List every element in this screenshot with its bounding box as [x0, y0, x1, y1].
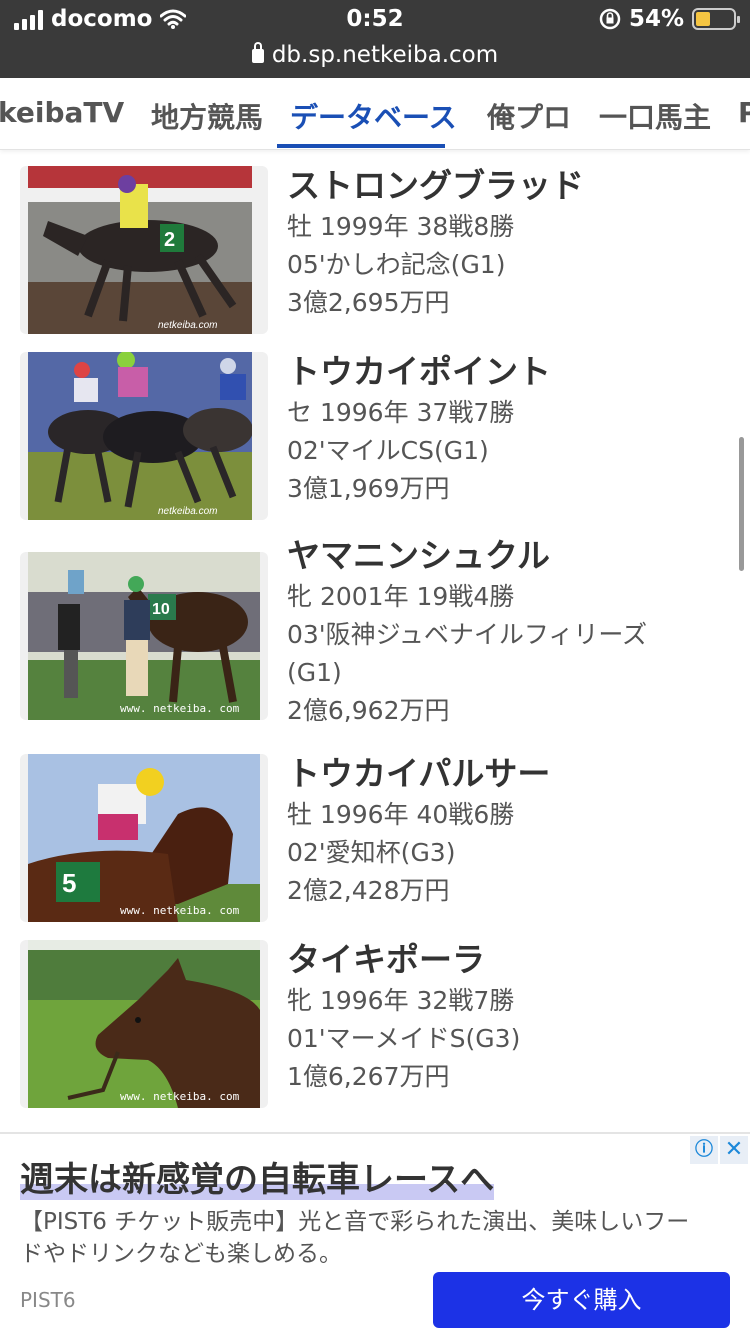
- horse-profile: 牡 1996年 40戦6勝: [287, 800, 515, 829]
- svg-text:5: 5: [62, 868, 76, 898]
- tab-database[interactable]: データベース: [290, 96, 457, 136]
- watermark: www. netkeiba. com: [120, 1090, 240, 1103]
- battery-percent: 54%: [628, 6, 684, 32]
- category-tabs: keibaTV 地方競馬 データベース 俺プロ 一口馬主 P: [0, 78, 750, 150]
- tab-hitokuchi[interactable]: 一口馬主: [599, 96, 711, 136]
- horse-name[interactable]: タイキポーラ: [287, 940, 520, 980]
- horse-earnings: 1億6,267万円: [287, 1062, 450, 1091]
- battery-icon: [692, 8, 740, 30]
- horse-main-race: 05'かしわ記念(G1): [287, 250, 506, 279]
- horse-photo[interactable]: 10 www. netkeiba. com: [20, 552, 268, 720]
- active-tab-indicator: [277, 144, 445, 148]
- watermark: netkeiba.com: [158, 320, 217, 331]
- horse-photo[interactable]: 2 netkeiba.com: [20, 166, 268, 334]
- svg-text:10: 10: [152, 601, 170, 618]
- horse-earnings: 2億6,962万円: [287, 696, 450, 725]
- ad-info-icon[interactable]: ⓘ: [690, 1136, 718, 1164]
- horse-earnings: 3億2,695万円: [287, 288, 450, 317]
- horse-name[interactable]: ヤマニンシュクル: [287, 536, 647, 576]
- tab-keibatv[interactable]: keibaTV: [0, 96, 124, 129]
- ad-close-icon[interactable]: ✕: [720, 1136, 748, 1164]
- horse-profile: セ 1996年 37戦7勝: [287, 398, 515, 427]
- horse-profile: 牡 1999年 38戦8勝: [287, 212, 515, 241]
- url-text: db.sp.netkeiba.com: [271, 42, 499, 68]
- horse-photo[interactable]: 5 www. netkeiba. com: [20, 754, 268, 922]
- address-bar[interactable]: db.sp.netkeiba.com: [0, 40, 750, 78]
- horse-earnings: 3億1,969万円: [287, 474, 450, 503]
- tab-more[interactable]: P: [738, 96, 750, 129]
- lock-icon: [251, 42, 264, 63]
- horse-main-race: 02'マイルCS(G1): [287, 436, 489, 465]
- horse-photo[interactable]: www. netkeiba. com: [20, 940, 268, 1108]
- orientation-lock-icon: [599, 8, 621, 30]
- horse-name[interactable]: トウカイポイント: [287, 352, 551, 392]
- horse-name[interactable]: トウカイパルサー: [287, 754, 550, 794]
- ad-description: 【PIST6 チケット販売中】光と音で彩られた演出、美味しいフードやドリンクなど…: [20, 1209, 690, 1267]
- svg-text:2: 2: [164, 229, 175, 251]
- watermark: www. netkeiba. com: [120, 702, 240, 715]
- tab-chiho-keiba[interactable]: 地方競馬: [151, 96, 263, 136]
- watermark: netkeiba.com: [158, 506, 217, 517]
- scrollbar[interactable]: [739, 437, 744, 571]
- horse-profile: 牝 1996年 32戦7勝: [287, 986, 515, 1015]
- ad-title[interactable]: 週末は新感覚の自転車レースへ: [20, 1152, 495, 1201]
- tab-ore-pro[interactable]: 俺プロ: [487, 96, 571, 136]
- horse-name[interactable]: ストロングブラッド: [287, 166, 584, 206]
- horse-photo[interactable]: netkeiba.com: [20, 352, 268, 520]
- horse-profile: 牝 2001年 19戦4勝: [287, 582, 515, 611]
- horse-main-race: 02'愛知杯(G3): [287, 838, 456, 867]
- horse-earnings: 2億2,428万円: [287, 876, 450, 905]
- watermark: www. netkeiba. com: [120, 904, 240, 917]
- horse-main-race: 03'阪神ジュベナイルフィリーズ: [287, 620, 648, 649]
- horse-main-race-cont: (G1): [287, 658, 342, 687]
- ad-cta-button[interactable]: 今すぐ購入: [433, 1272, 730, 1328]
- horse-main-race: 01'マーメイドS(G3): [287, 1024, 521, 1053]
- status-bar: docomo 0:52 54%: [0, 0, 750, 40]
- ad-banner[interactable]: 週末は新感覚の自転車レースへ 【PIST6 チケット販売中】光と音で彩られた演出…: [0, 1132, 750, 1334]
- ad-brand: PIST6: [20, 1288, 76, 1312]
